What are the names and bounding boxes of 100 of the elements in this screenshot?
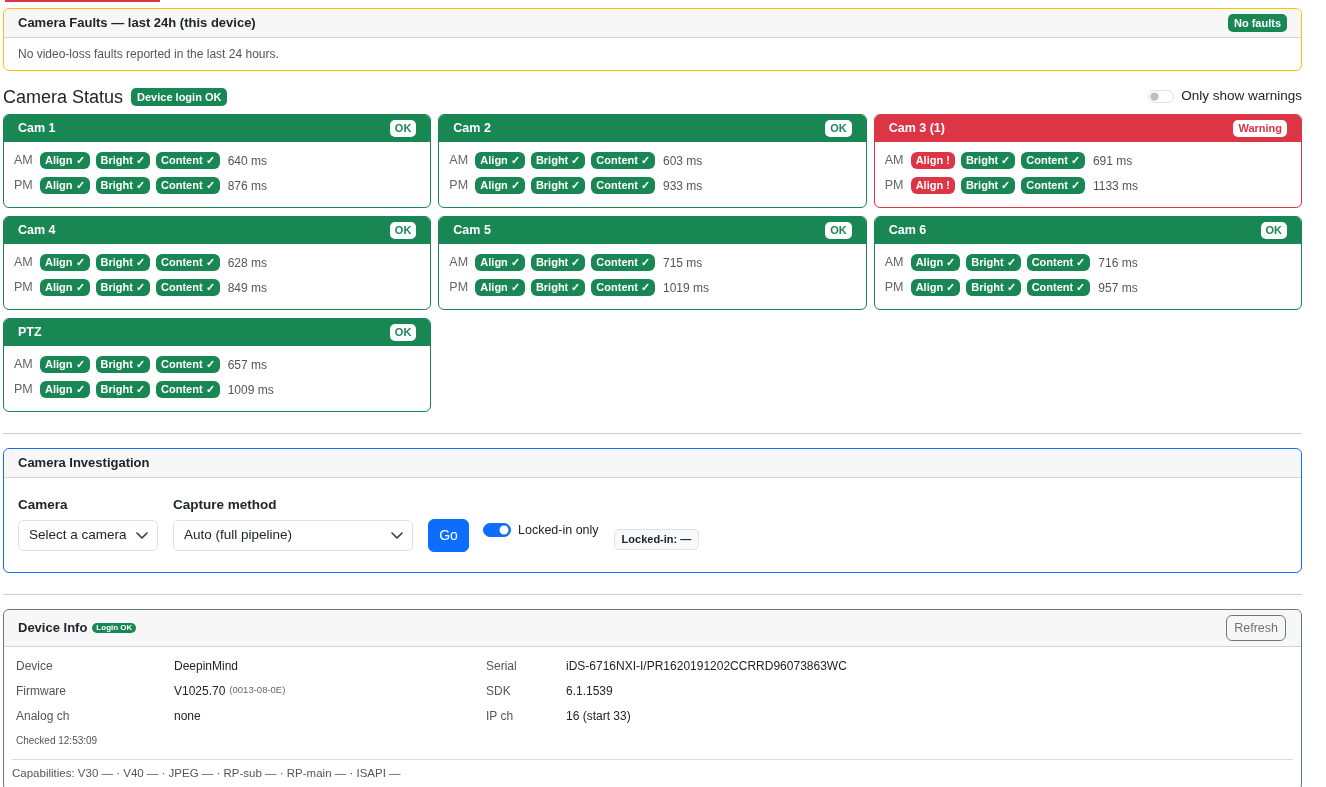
check-badge: Align ✓ — [910, 253, 961, 272]
check-badge: Align ✓ — [475, 151, 525, 170]
field-value: V1025.70 — [174, 682, 226, 700]
status-badge: OK — [389, 120, 417, 137]
card-title: Camera Investigation — [18, 454, 150, 473]
field-label: Firmware — [16, 682, 67, 700]
check-badge: Bright ✓ — [95, 278, 150, 297]
response-time: 933 ms — [662, 177, 703, 195]
status-badge: OK — [825, 120, 852, 137]
check-badge: Align ! — [910, 151, 955, 170]
field-value: 16 (start 33) — [566, 707, 632, 725]
capabilities-text: Capabilities: V30 — · V40 — · JPEG — · RP-sub — · RP-main — · ISAPI — — [12, 759, 1293, 782]
field-label: Analog ch — [16, 707, 71, 725]
response-time: 1019 ms — [662, 279, 709, 297]
field-label: SDK — [486, 682, 512, 700]
period-label: PM — [449, 279, 470, 297]
check-badge: Bright ✓ — [960, 176, 1016, 195]
chevron-down-icon — [391, 532, 403, 539]
check-badge: Content ✓ — [156, 380, 220, 399]
camera-name: PTZ — [18, 324, 42, 342]
camera-name: Cam 1 — [18, 120, 56, 138]
period-label: AM — [884, 152, 905, 170]
check-badge: Align ✓ — [40, 380, 90, 399]
login-badge: Device login OK — [131, 87, 228, 107]
check-badge: Align ✓ — [40, 176, 90, 195]
response-time: 640 ms — [227, 152, 267, 170]
check-badge: Content ✓ — [156, 176, 220, 195]
refresh-button[interactable]: Refresh — [1226, 615, 1286, 641]
status-badge: OK — [389, 324, 417, 341]
check-badge: Content ✓ — [156, 355, 220, 374]
response-time: 691 ms — [1092, 152, 1133, 170]
check-badge: Content ✓ — [591, 253, 655, 272]
check-badge: Align ✓ — [475, 176, 525, 195]
check-badge: Content ✓ — [156, 253, 220, 272]
period-label: AM — [884, 254, 905, 272]
check-badge: Bright ✓ — [95, 380, 150, 399]
field-value: 6.1.1539 — [566, 682, 614, 700]
field-note: (0013-08-0E) — [229, 683, 286, 698]
toggle-label: Only show warnings — [1181, 86, 1302, 105]
check-badge: Bright ✓ — [95, 176, 150, 195]
check-badge: Bright ✓ — [95, 151, 150, 170]
check-badge: Bright ✓ — [966, 253, 1021, 272]
camera-name: Cam 5 — [453, 222, 491, 240]
field-value: iDS-6716NXI-I/PR1620191202CCRRD96073863WC — [566, 657, 848, 675]
field-label: Serial — [486, 657, 518, 675]
response-time: 716 ms — [1098, 254, 1138, 272]
card-title: Camera Faults — last 24h (this device) — [18, 14, 256, 33]
response-time: 957 ms — [1098, 279, 1138, 297]
period-label: AM — [14, 152, 34, 170]
checked-time: Checked 12:53:09 — [16, 734, 99, 747]
response-time: 876 ms — [227, 177, 267, 195]
field-label: Capture method — [173, 496, 278, 514]
check-badge: Content ✓ — [1026, 253, 1091, 272]
chevron-down-icon — [136, 532, 148, 539]
status-badge: OK — [389, 222, 417, 239]
select-field[interactable]: Select a camera — [18, 520, 158, 551]
check-badge: Content ✓ — [591, 176, 655, 195]
check-badge: Bright ✓ — [530, 151, 586, 170]
status-badge: OK — [1260, 222, 1287, 239]
check-badge: Bright ✓ — [530, 253, 586, 272]
response-time: 657 ms — [227, 356, 267, 374]
period-label: PM — [449, 177, 470, 195]
status-badge: No faults — [1227, 13, 1287, 33]
period-label: PM — [14, 381, 34, 399]
check-badge: Bright ✓ — [966, 278, 1021, 297]
field-value: none — [174, 707, 201, 725]
response-time: 849 ms — [227, 279, 267, 297]
login-badge: Login OK — [92, 622, 137, 634]
check-badge: Align ✓ — [475, 253, 525, 272]
check-badge: Bright ✓ — [530, 176, 586, 195]
check-badge: Align ! — [910, 176, 955, 195]
camera-name: Cam 4 — [18, 222, 56, 240]
response-time: 1009 ms — [227, 381, 274, 399]
check-badge: Bright ✓ — [95, 253, 150, 272]
card-title: Device Info — [18, 619, 88, 638]
locked-in-badge: Locked-in: — — [613, 528, 700, 550]
field-label: Device — [16, 657, 54, 675]
status-badge: OK — [825, 222, 852, 239]
response-time: 715 ms — [662, 254, 703, 272]
section-title: Camera Status — [3, 85, 124, 109]
camera-name: Cam 2 — [453, 120, 491, 138]
check-badge: Content ✓ — [591, 278, 655, 297]
toggle-switch[interactable] — [483, 523, 511, 537]
period-label: AM — [14, 356, 34, 374]
period-label: PM — [14, 279, 34, 297]
camera-name: Cam 3 (1) — [888, 120, 945, 138]
field-label: Camera — [18, 496, 69, 514]
check-badge: Align ✓ — [40, 355, 90, 374]
camera-name: Cam 6 — [888, 222, 927, 240]
check-badge: Content ✓ — [156, 151, 220, 170]
check-badge: Content ✓ — [591, 151, 655, 170]
go-button[interactable]: Go — [428, 519, 469, 552]
select-field[interactable]: Auto (full pipeline) — [173, 520, 413, 551]
response-time: 603 ms — [662, 152, 703, 170]
check-badge: Align ✓ — [40, 253, 90, 272]
status-badge: Warning — [1233, 120, 1287, 137]
period-label: AM — [449, 254, 470, 272]
check-badge: Align ✓ — [910, 278, 961, 297]
check-badge: Content ✓ — [1021, 176, 1085, 195]
check-badge: Bright ✓ — [95, 355, 150, 374]
